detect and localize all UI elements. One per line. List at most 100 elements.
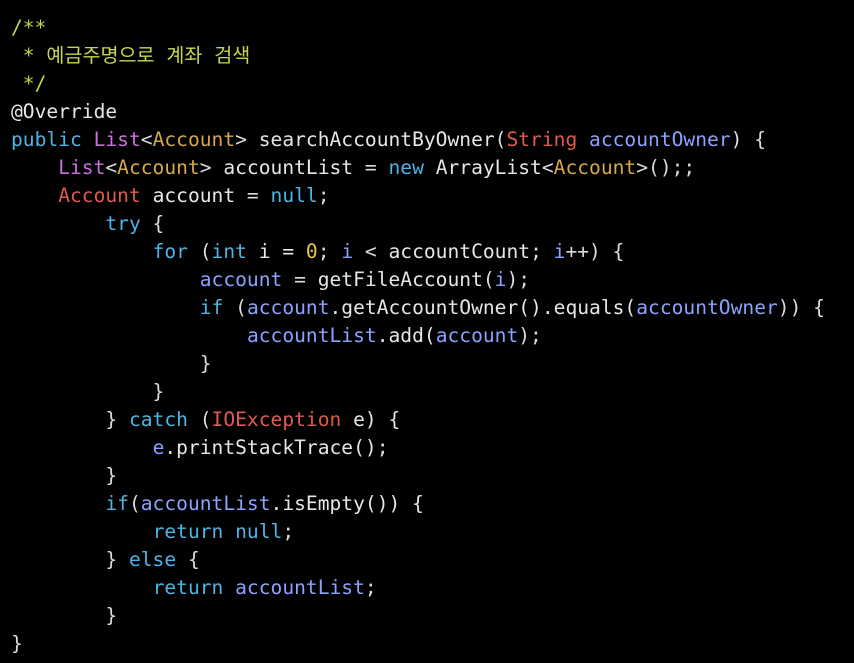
code-token: (	[482, 268, 495, 291]
code-token: Account	[117, 156, 200, 179]
code-token: >	[199, 156, 224, 179]
code-token: }	[11, 380, 165, 403]
code-token: public	[11, 128, 94, 151]
code-token: <	[353, 240, 389, 263]
code-token: );	[518, 324, 542, 347]
code-block[interactable]: /** * 예금주명으로 계좌 검색 */ @Override public Lis…	[11, 14, 825, 658]
code-token: ;	[282, 520, 295, 543]
code-token: else	[128, 548, 177, 571]
code-token: String	[506, 128, 590, 151]
code-token: }	[11, 464, 118, 487]
code-token: null	[235, 520, 283, 543]
code-token: {	[140, 212, 165, 235]
code-token: accountList	[223, 156, 354, 179]
code-token: ) {	[730, 128, 766, 151]
code-token: /**	[11, 16, 47, 39]
code-token: <	[140, 128, 153, 151]
code-token: accountList	[246, 324, 377, 347]
code-line: * 예금주명으로 계좌 검색	[11, 42, 825, 70]
code-token: Account	[553, 156, 637, 179]
code-line: account = getFileAccount(i);	[11, 266, 825, 294]
code-token: List	[58, 156, 106, 179]
code-token: try	[105, 212, 141, 235]
code-token: accountOwner	[636, 296, 778, 319]
code-line: @Override	[11, 98, 825, 126]
code-line: e.printStackTrace();	[11, 434, 825, 462]
code-token: @Override	[11, 100, 118, 123]
code-token: (	[128, 492, 141, 515]
code-line: if (account.getAccountOwner().equals(acc…	[11, 294, 825, 322]
code-line: } catch (IOException e) {	[11, 406, 825, 434]
code-token: >();;	[636, 156, 696, 179]
code-token: List	[93, 128, 141, 151]
code-token: searchAccountByOwner	[258, 128, 495, 151]
code-line: for (int i = 0; i < accountCount; i++) {	[11, 238, 825, 266]
code-line: /**	[11, 14, 825, 42]
code-token: account	[199, 268, 283, 291]
code-token: 0	[305, 240, 318, 263]
code-token: i	[553, 240, 566, 263]
code-line: }	[11, 350, 825, 378]
code-token: ArrayList	[435, 156, 542, 179]
code-token: (	[494, 128, 507, 151]
code-token: Account	[152, 128, 236, 151]
code-token: }	[11, 352, 212, 375]
code-token: */	[11, 72, 47, 95]
code-line: public List<Account> searchAccountByOwne…	[11, 126, 825, 154]
code-token: >	[235, 128, 259, 151]
code-token: for	[152, 240, 188, 263]
code-token: IOException	[211, 408, 354, 431]
code-token: }	[11, 408, 129, 431]
code-line: accountList.add(account);	[11, 322, 825, 350]
code-token: {	[176, 548, 200, 571]
code-token: int	[211, 240, 247, 263]
code-token: * 예금주명으로 계좌 검색	[11, 44, 251, 67]
code-token: i =	[246, 240, 306, 263]
code-token: if	[199, 296, 224, 319]
code-token: (	[223, 296, 247, 319]
code-token: accountOwner	[589, 128, 731, 151]
code-token: account	[435, 324, 519, 347]
code-token: Account	[58, 184, 153, 207]
code-token: }	[11, 632, 23, 655]
code-line: return accountList;	[11, 574, 825, 602]
code-token: account	[246, 296, 330, 319]
code-token: return	[152, 576, 224, 599]
code-editor[interactable]: /** * 예금주명으로 계좌 검색 */ @Override public Lis…	[0, 0, 854, 663]
code-token: }	[11, 548, 129, 571]
code-line: Account account = null;	[11, 182, 825, 210]
code-line: return null;	[11, 518, 825, 546]
code-line: }	[11, 602, 825, 630]
code-line: List<Account> accountList = new ArrayLis…	[11, 154, 825, 182]
code-token: <	[541, 156, 554, 179]
code-token: <	[105, 156, 118, 179]
code-line: }	[11, 378, 825, 406]
code-token: .isEmpty()) {	[270, 492, 424, 515]
code-token: ;	[530, 240, 554, 263]
code-token: accountCount	[388, 240, 531, 263]
code-line: }	[11, 630, 825, 658]
code-token: (	[187, 240, 212, 263]
code-token: return	[152, 520, 224, 543]
code-token: ;	[364, 576, 377, 599]
code-line: } else {	[11, 546, 825, 574]
code-token: .getAccountOwner().equals(	[329, 296, 637, 319]
code-token: new	[388, 156, 436, 179]
code-token: i	[494, 268, 507, 291]
code-token: if	[105, 492, 129, 515]
code-token: =	[282, 268, 318, 291]
code-token: getFileAccount	[317, 268, 483, 291]
code-token: ;	[317, 240, 342, 263]
code-token: }	[11, 604, 118, 627]
code-token: e	[152, 436, 165, 459]
